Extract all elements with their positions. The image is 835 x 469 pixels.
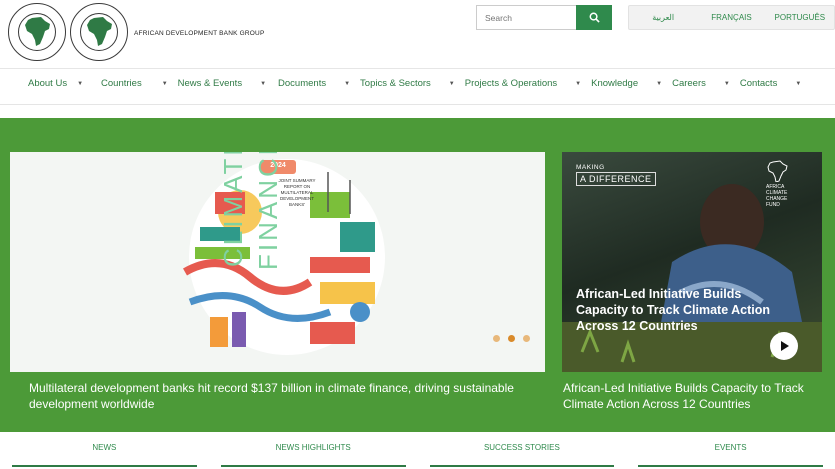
- lang-portuguese-link[interactable]: PORTUGUÊS: [766, 13, 834, 22]
- main-nav: About Us ▼ Countries ▼ News & Events ▼ D…: [0, 68, 835, 98]
- search-form: [476, 5, 612, 30]
- nav-about-us[interactable]: About Us ▼: [28, 69, 83, 99]
- play-video-button[interactable]: [770, 332, 798, 360]
- nav-label: Knowledge: [591, 78, 639, 89]
- kicker-big-text: A DIFFERENCE: [576, 172, 656, 186]
- finance-word: FINANCE: [253, 152, 284, 270]
- lang-arabic-link[interactable]: العربية: [629, 13, 697, 22]
- caret-down-icon: ▼: [161, 80, 168, 87]
- tab-label: EVENTS: [714, 443, 747, 452]
- finance-word-text: FINANCE: [253, 152, 283, 270]
- caret-down-icon: ▼: [344, 80, 351, 87]
- caret-down-icon: ▼: [575, 80, 582, 87]
- search-button[interactable]: [576, 5, 612, 30]
- brand-name: AFRICAN DEVELOPMENT BANK GROUP: [134, 29, 265, 37]
- nav-projects-operations[interactable]: Projects & Operations ▼: [465, 69, 581, 99]
- caret-down-icon: ▼: [795, 80, 802, 87]
- site-header: AFRICAN DEVELOPMENT BANK GROUP العربية F…: [0, 0, 835, 68]
- caret-down-icon: ▼: [656, 80, 663, 87]
- fund-label-text: AFRICA CLIMATE CHANGE FUND: [766, 184, 788, 208]
- caret-down-icon: ▼: [723, 80, 730, 87]
- seal-english-logo: [70, 3, 128, 61]
- tab-underline: [220, 465, 406, 467]
- tab-news[interactable]: NEWS: [0, 432, 209, 469]
- tab-underline: [429, 465, 615, 467]
- search-icon: [589, 12, 600, 23]
- carousel-dots: [493, 335, 530, 342]
- tab-news-highlights[interactable]: NEWS HIGHLIGHTS: [209, 432, 418, 469]
- nav-knowledge[interactable]: Knowledge ▼: [591, 69, 662, 99]
- nav-label: Topics & Sectors: [360, 78, 431, 89]
- carousel-slide-climate-action[interactable]: MAKING A DIFFERENCE AFRICA CLIMATE CHANG…: [562, 152, 822, 372]
- nav-label: About Us: [28, 78, 68, 89]
- tab-underline: [12, 465, 197, 467]
- nav-divider: [0, 104, 835, 105]
- nav-label: News & Events: [177, 78, 243, 89]
- nav-label: Documents: [278, 78, 327, 89]
- kicker-text: MAKING: [576, 164, 605, 171]
- africa-outline-icon: [767, 160, 788, 183]
- caret-down-icon: ▼: [448, 80, 455, 87]
- climate-word-text: CLIMATE: [218, 152, 248, 267]
- carousel-dot[interactable]: [493, 335, 500, 342]
- nav-label: Contacts: [739, 78, 778, 89]
- africa-map-icon: [25, 17, 50, 46]
- tab-success-stories[interactable]: SUCCESS STORIES: [418, 432, 627, 469]
- making-difference-badge: MAKING A DIFFERENCE: [576, 164, 656, 186]
- nav-contacts[interactable]: Contacts ▼: [740, 69, 801, 99]
- carousel-slide-climate-finance[interactable]: 2024 JOINT SUMMARY REPORT ON MULTILATERA…: [10, 152, 545, 372]
- tab-events[interactable]: EVENTS: [626, 432, 835, 469]
- caret-down-icon: ▼: [77, 80, 84, 87]
- nav-documents[interactable]: Documents ▼: [278, 69, 350, 99]
- logo-link[interactable]: AFRICAN DEVELOPMENT BANK GROUP: [8, 3, 265, 61]
- side-slide-overlay-title: African-Led Initiative Builds Capacity t…: [576, 287, 771, 333]
- nav-careers[interactable]: Careers ▼: [672, 69, 730, 99]
- nav-news-events[interactable]: News & Events ▼: [178, 69, 266, 99]
- play-icon: [781, 341, 789, 351]
- caret-down-icon: ▼: [260, 80, 267, 87]
- language-switcher: العربية FRANÇAIS PORTUGUÊS: [628, 5, 835, 30]
- search-input[interactable]: [476, 5, 576, 30]
- side-slide-caption[interactable]: African-Led Initiative Builds Capacity t…: [563, 380, 828, 412]
- nav-label: Countries: [101, 78, 142, 89]
- lang-french-link[interactable]: FRANÇAIS: [697, 13, 765, 22]
- tab-label: NEWS: [92, 443, 117, 452]
- carousel-dot-active[interactable]: [508, 335, 515, 342]
- climate-word: CLIMATE: [218, 152, 249, 267]
- africa-map-icon: [87, 17, 112, 46]
- seal-french-logo: [8, 3, 66, 61]
- carousel-dot[interactable]: [523, 335, 530, 342]
- fund-label: AFRICA CLIMATE CHANGE FUND: [766, 160, 796, 208]
- nav-countries[interactable]: Countries ▼: [101, 69, 168, 99]
- nav-label: Projects & Operations: [464, 78, 558, 89]
- nav-topics-sectors[interactable]: Topics & Sectors ▼: [360, 69, 455, 99]
- tab-label: NEWS HIGHLIGHTS: [275, 443, 351, 452]
- tab-label: SUCCESS STORIES: [483, 443, 560, 452]
- news-tabs: NEWS NEWS HIGHLIGHTS SUCCESS STORIES EVE…: [0, 432, 835, 469]
- nav-label: Careers: [672, 78, 706, 89]
- main-slide-caption[interactable]: Multilateral development banks hit recor…: [29, 380, 534, 412]
- tab-underline: [638, 465, 823, 467]
